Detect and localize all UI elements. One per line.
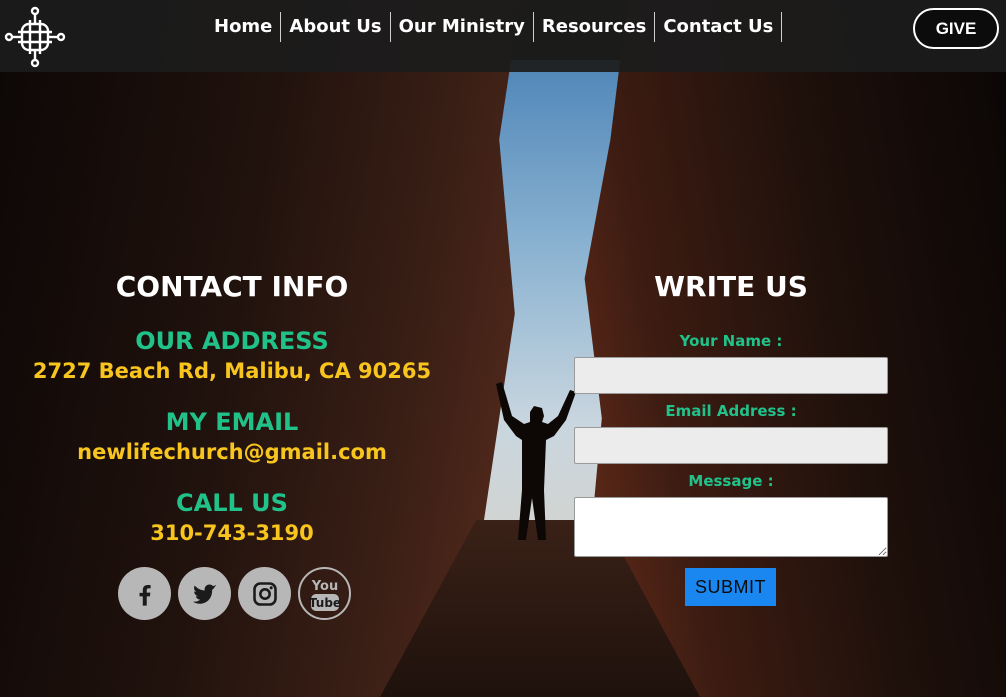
message-input[interactable] — [574, 497, 888, 557]
svg-text:Tube: Tube — [308, 596, 340, 610]
write-us-form: WRITE US Your Name : Email Address : Mes… — [574, 268, 888, 606]
address-value: 2727 Beach Rd, Malibu, CA 90265 — [32, 359, 432, 383]
email-input[interactable] — [574, 427, 888, 464]
email-value[interactable]: newlifechurch@gmail.com — [0, 437, 464, 467]
message-label: Message : — [688, 472, 774, 490]
email-label: Email Address : — [665, 402, 797, 420]
twitter-icon[interactable] — [178, 567, 231, 620]
nav-resources[interactable]: Resources — [534, 12, 656, 42]
site-header: Home About Us Our Ministry Resources Con… — [0, 0, 1006, 72]
social-links: You Tube — [118, 567, 351, 620]
nav-about-us[interactable]: About Us — [281, 12, 391, 42]
church-logo-icon[interactable] — [4, 6, 66, 68]
name-label: Your Name : — [679, 332, 783, 350]
nav-home[interactable]: Home — [206, 12, 282, 42]
youtube-icon[interactable]: You Tube — [298, 567, 351, 620]
email-title: MY EMAIL — [165, 408, 299, 436]
facebook-icon[interactable] — [118, 567, 171, 620]
phone-value[interactable]: 310-743-3190 — [0, 518, 464, 548]
instagram-icon[interactable] — [238, 567, 291, 620]
main-nav: Home About Us Our Ministry Resources Con… — [206, 12, 783, 42]
contact-info-section: CONTACT INFO OUR ADDRESS 2727 Beach Rd, … — [0, 268, 464, 548]
submit-button[interactable]: SUBMIT — [685, 568, 776, 606]
call-title: CALL US — [176, 489, 288, 517]
name-input[interactable] — [574, 357, 888, 394]
address-title: OUR ADDRESS — [135, 327, 329, 355]
nav-contact-us[interactable]: Contact Us — [655, 12, 783, 42]
nav-our-ministry[interactable]: Our Ministry — [391, 12, 534, 42]
person-silhouette — [496, 382, 576, 540]
svg-text:You: You — [310, 579, 337, 594]
give-button[interactable]: GIVE — [913, 8, 999, 49]
contact-info-heading: CONTACT INFO — [115, 270, 349, 303]
write-us-heading: WRITE US — [654, 270, 808, 303]
